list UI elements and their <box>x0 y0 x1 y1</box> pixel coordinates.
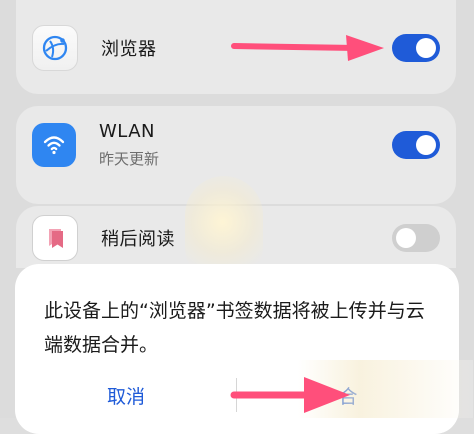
setting-row-wlan[interactable]: WLAN 昨天更新 <box>32 121 440 169</box>
read-later-toggle[interactable] <box>392 224 440 252</box>
globe-icon <box>32 25 78 71</box>
cancel-button[interactable]: 取消 <box>15 372 237 418</box>
wifi-icon <box>32 123 76 167</box>
toggle-knob <box>396 228 416 248</box>
merge-dialog: 此设备上的“浏览器”书签数据将被上传并与云端数据合并。 取消 合 <box>15 264 459 434</box>
toggle-knob <box>416 38 436 58</box>
merge-button[interactable]: 合 <box>237 372 459 418</box>
setting-title: 浏览器 <box>101 39 157 60</box>
wlan-toggle[interactable] <box>392 131 440 159</box>
setting-title: WLAN <box>99 121 156 142</box>
setting-row-browser[interactable]: 浏览器 <box>32 24 440 72</box>
browser-toggle[interactable] <box>392 34 440 62</box>
setting-subtitle: 昨天更新 <box>99 150 160 168</box>
toggle-knob <box>416 135 436 155</box>
setting-text-browser: 浏览器 <box>101 35 392 61</box>
setting-text-wlan: WLAN 昨天更新 <box>99 121 392 169</box>
bookmark-icon <box>32 215 78 261</box>
dialog-actions: 取消 合 <box>15 372 459 418</box>
dialog-message: 此设备上的“浏览器”书签数据将被上传并与云端数据合并。 <box>44 300 425 356</box>
